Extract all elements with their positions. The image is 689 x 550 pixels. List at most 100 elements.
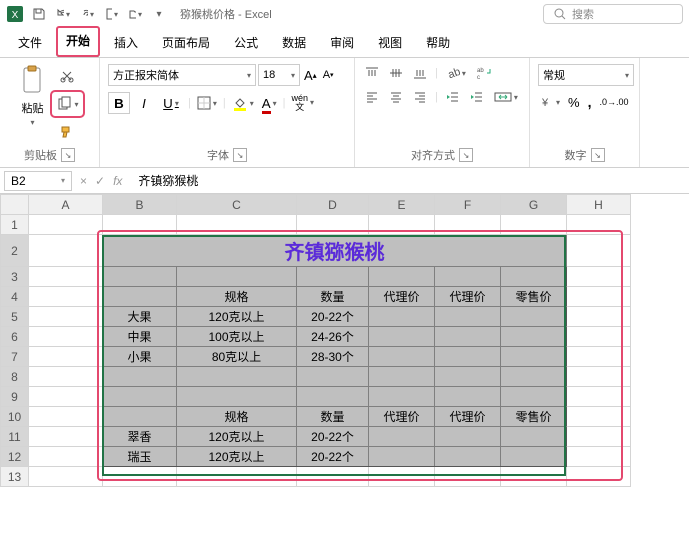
row-header[interactable]: 13 [1,467,29,487]
merge-center-button[interactable] [492,88,520,106]
search-box[interactable]: 搜索 [543,4,683,24]
wrap-text-button[interactable]: abc [474,64,496,82]
percent-button[interactable]: % [566,93,582,112]
col-header[interactable]: C [177,195,297,215]
row-header[interactable]: 2 [1,235,29,267]
col-header[interactable]: D [297,195,369,215]
tab-data[interactable]: 数据 [272,28,316,57]
save-icon[interactable] [30,5,48,23]
tab-home[interactable]: 开始 [56,26,100,57]
border-button[interactable] [195,94,219,112]
qat-customize-icon[interactable]: ▾ [150,5,168,23]
row-header[interactable]: 6 [1,327,29,347]
tab-formulas[interactable]: 公式 [224,28,268,57]
font-launcher[interactable]: ↘ [233,148,247,162]
format-painter-button[interactable] [52,122,82,142]
row-header[interactable]: 7 [1,347,29,367]
row-header[interactable]: 12 [1,447,29,467]
align-top-button[interactable] [363,64,381,82]
align-right-button[interactable] [411,88,429,106]
orientation-button[interactable]: ab [444,64,468,82]
table-row[interactable]: 大果 [103,307,177,327]
row-header[interactable]: 5 [1,307,29,327]
paste-button[interactable] [16,62,48,98]
row-header[interactable]: 1 [1,215,29,235]
decrease-indent-button[interactable] [444,88,462,106]
bold-button[interactable]: B [108,92,130,114]
align-bottom-button[interactable] [411,64,429,82]
col-header[interactable]: H [567,195,631,215]
align-center-button[interactable] [387,88,405,106]
font-name-select[interactable]: 方正报宋简体 [108,64,256,86]
header-p3[interactable]: 零售价 [501,407,567,427]
italic-button[interactable]: I [134,94,154,113]
row-header[interactable]: 8 [1,367,29,387]
row-header[interactable]: 9 [1,387,29,407]
select-all-corner[interactable] [1,195,29,215]
row-header[interactable]: 4 [1,287,29,307]
fill-color-button[interactable] [230,93,256,113]
comma-button[interactable]: , [586,92,594,112]
col-header[interactable]: G [501,195,567,215]
search-placeholder: 搜索 [572,6,594,22]
font-color-button[interactable]: A [260,94,279,113]
decrease-font-button[interactable]: A▾ [321,67,336,83]
tab-insert[interactable]: 插入 [104,28,148,57]
col-header[interactable]: A [29,195,103,215]
cut-button[interactable] [52,66,82,86]
enter-formula-icon[interactable]: ✓ [95,174,105,188]
align-middle-button[interactable] [387,64,405,82]
header-p2[interactable]: 代理价 [435,287,501,307]
row-header[interactable]: 10 [1,407,29,427]
table-row[interactable]: 小果 [103,347,177,367]
align-launcher[interactable]: ↘ [459,148,473,162]
increase-indent-button[interactable] [468,88,486,106]
clipboard-launcher[interactable]: ↘ [61,148,75,162]
table-row[interactable]: 瑞玉 [103,447,177,467]
col-header[interactable]: F [435,195,501,215]
row-header[interactable]: 3 [1,267,29,287]
header-spec[interactable]: 规格 [177,407,297,427]
undo-icon[interactable] [54,5,72,23]
redo-icon[interactable] [78,5,96,23]
col-header[interactable]: E [369,195,435,215]
header-p1[interactable]: 代理价 [369,287,435,307]
table-row[interactable]: 中果 [103,327,177,347]
font-size-select[interactable]: 18 [258,64,300,86]
header-qty[interactable]: 数量 [297,287,369,307]
worksheet-grid[interactable]: A B C D E F G H 1 2 齐镇猕猴桃 3 4 规格 数量 代理价 … [0,194,631,487]
header-p3[interactable]: 零售价 [501,287,567,307]
open-folder-icon[interactable] [126,5,144,23]
number-format-select[interactable]: 常规 [538,64,634,86]
new-file-icon[interactable] [102,5,120,23]
name-box[interactable]: B2 ▾ [4,171,72,191]
row-header[interactable]: 11 [1,427,29,447]
header-spec[interactable]: 规格 [177,287,297,307]
number-launcher[interactable]: ↘ [591,148,605,162]
tab-help[interactable]: 帮助 [416,28,460,57]
svg-text:X: X [12,10,19,21]
underline-button[interactable]: U [158,94,184,113]
tab-file[interactable]: 文件 [8,28,52,57]
align-left-button[interactable] [363,88,381,106]
col-header[interactable]: B [103,195,177,215]
fx-icon[interactable]: fx [113,174,122,188]
number-group-label: 数字 [565,147,587,163]
cancel-formula-icon[interactable]: × [80,174,87,188]
accounting-format-button[interactable]: ¥ [538,93,562,111]
tab-review[interactable]: 审阅 [320,28,364,57]
tab-layout[interactable]: 页面布局 [152,28,220,57]
increase-decimal-button[interactable]: .0→.00 [597,95,630,109]
phonetic-button[interactable]: wén文 [290,92,317,114]
formula-input[interactable]: 齐镇猕猴桃 [130,172,689,189]
svg-text:ab: ab [446,66,459,80]
header-qty[interactable]: 数量 [297,407,369,427]
copy-button[interactable] [54,94,80,114]
tab-view[interactable]: 视图 [368,28,412,57]
search-icon [554,8,566,20]
title-cell[interactable]: 齐镇猕猴桃 [103,235,567,267]
header-p2[interactable]: 代理价 [435,407,501,427]
increase-font-button[interactable]: A▴ [302,66,319,85]
table-row[interactable]: 翠香 [103,427,177,447]
header-p1[interactable]: 代理价 [369,407,435,427]
